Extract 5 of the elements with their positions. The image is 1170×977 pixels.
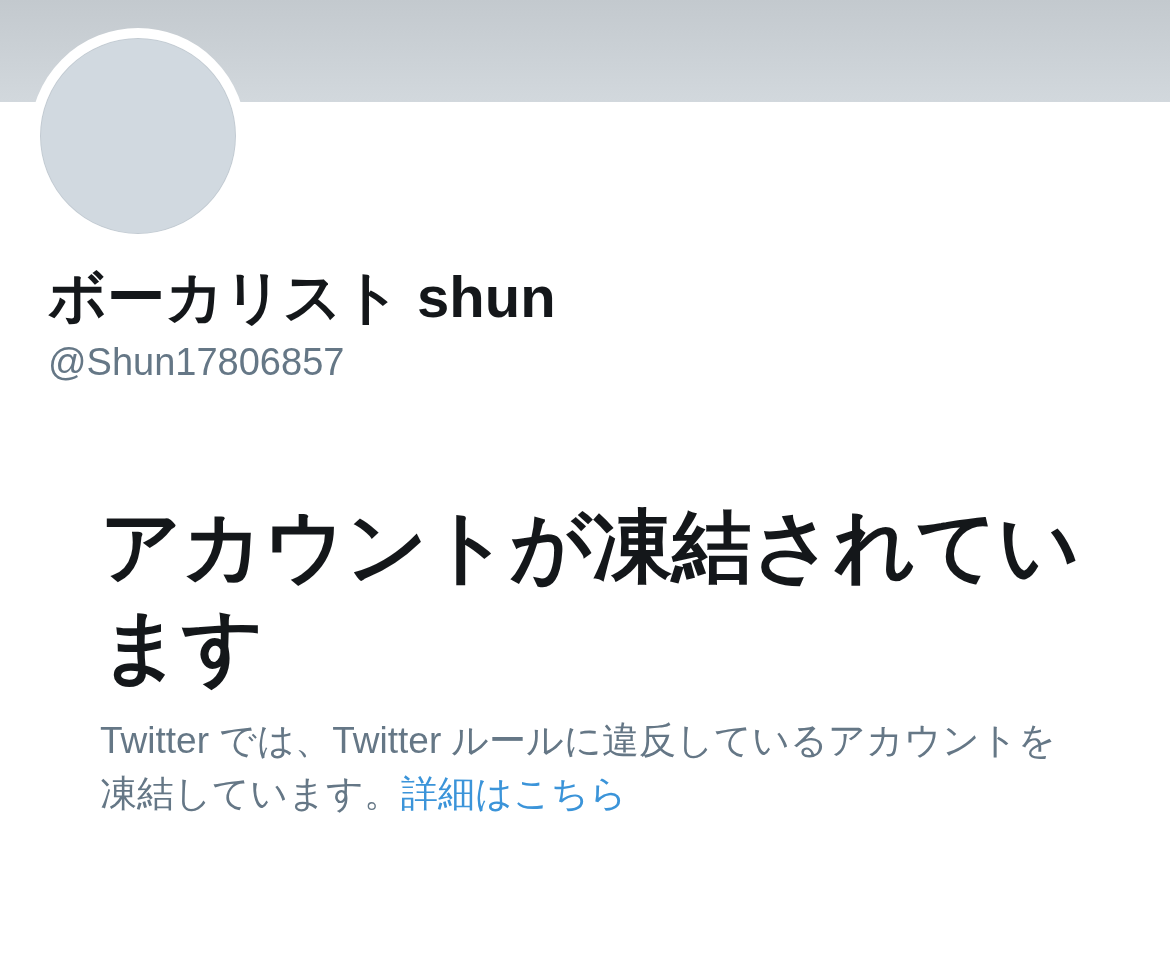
profile-handle: @Shun17806857 bbox=[48, 339, 346, 385]
notice-text: Twitter では、Twitter ルールに違反しているアカウントを凍結しています。詳細はこちら bbox=[100, 719, 1058, 816]
profile-name: ボーカリスト shun bbox=[48, 263, 557, 331]
notice-title: アカウントが凍結されています bbox=[100, 501, 1081, 693]
learn-more-link[interactable]: 詳細はこちら bbox=[401, 772, 627, 814]
